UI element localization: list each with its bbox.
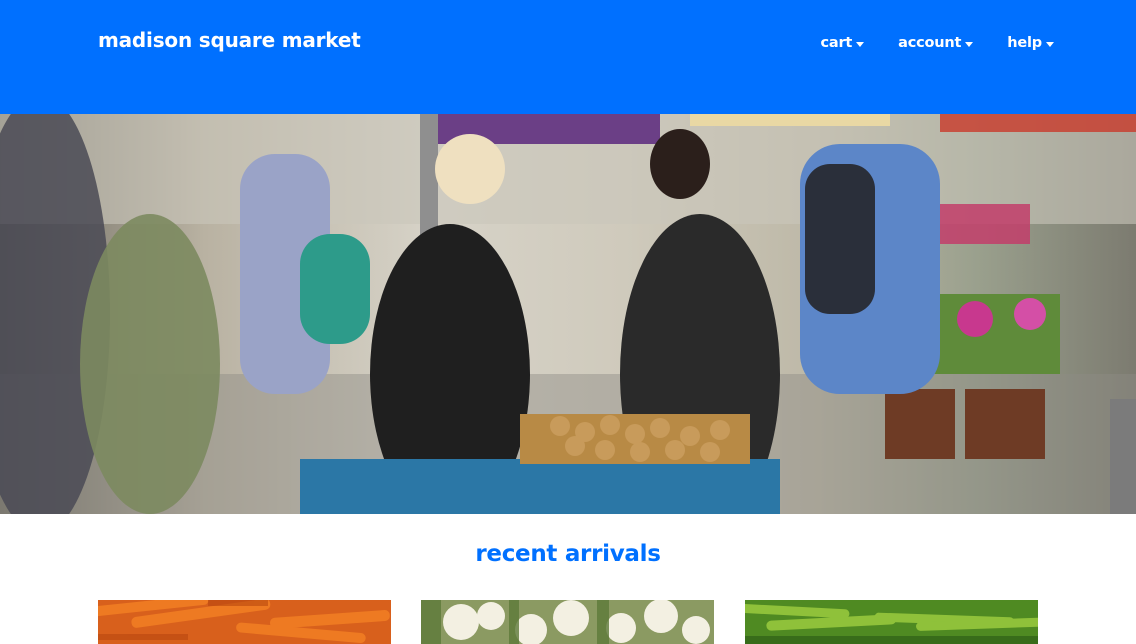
nav-cart-dropdown[interactable]: cart (820, 35, 865, 51)
chevron-down-icon (856, 41, 865, 47)
chevron-down-icon (965, 41, 974, 47)
product-grid (98, 600, 1038, 644)
section-title: recent arrivals (475, 541, 661, 567)
product-card-peppers[interactable] (745, 600, 1038, 644)
chevron-down-icon (1046, 41, 1054, 47)
product-card-carrots[interactable] (98, 600, 391, 644)
cauliflower-photo (421, 600, 710, 644)
product-card-cauliflower[interactable] (421, 600, 714, 644)
hero-photo-illustration (0, 114, 1136, 514)
nav-account-label: account (898, 35, 962, 51)
nav-help-dropdown[interactable]: help (1007, 35, 1054, 51)
nav-account-dropdown[interactable]: account (898, 35, 974, 51)
nav-cart-label: cart (820, 35, 853, 51)
brand-logo-link[interactable]: madison square market (98, 28, 361, 52)
nav-help-label: help (1007, 35, 1042, 51)
hero-image (0, 114, 1136, 514)
green-peppers-photo (745, 603, 1038, 644)
site-header: madison square market cart account help (0, 0, 1136, 114)
carrots-photo (98, 600, 390, 644)
main-nav: cart account help (820, 35, 1054, 51)
